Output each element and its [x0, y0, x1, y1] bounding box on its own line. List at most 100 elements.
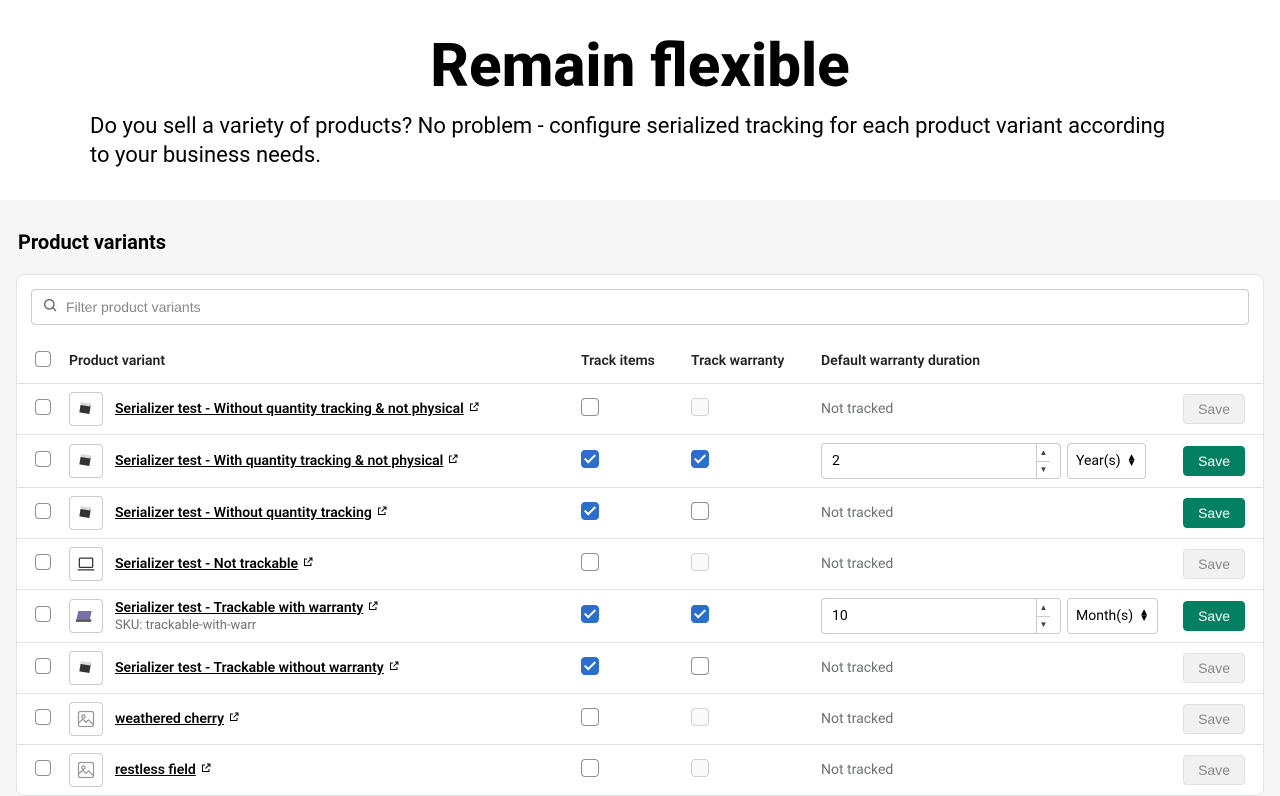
- variant-cell: Serializer test - With quantity tracking…: [69, 444, 565, 478]
- hero-section: Remain flexible Do you sell a variety of…: [0, 0, 1280, 200]
- track-items-checkbox[interactable]: [581, 708, 599, 726]
- variant-cell: weathered cherry: [69, 702, 565, 736]
- duration-number-input[interactable]: 10▲▼: [821, 598, 1061, 634]
- variant-thumbnail: [69, 651, 103, 685]
- col-header-variant: Product variant: [61, 339, 573, 384]
- table-header: Product variant Track items Track warran…: [17, 339, 1263, 384]
- hero-title: Remain flexible: [80, 30, 1200, 101]
- variant-link[interactable]: Serializer test - Trackable with warrant…: [115, 600, 363, 616]
- variant-link[interactable]: Serializer test - Trackable without warr…: [115, 660, 384, 676]
- external-link-icon: [200, 762, 212, 778]
- variant-thumbnail: [69, 444, 103, 478]
- save-button[interactable]: Save: [1183, 446, 1245, 476]
- stepper-down-icon[interactable]: ▼: [1037, 617, 1050, 634]
- variants-table: Product variant Track items Track warran…: [17, 339, 1263, 795]
- variant-cell: restless field: [69, 753, 565, 787]
- variant-thumbnail: [69, 753, 103, 787]
- variant-cell: Serializer test - Trackable without warr…: [69, 651, 565, 685]
- table-row: Serializer test - Trackable with warrant…: [17, 590, 1263, 643]
- variant-cell: Serializer test - Not trackable: [69, 547, 565, 581]
- track-items-checkbox[interactable]: [581, 553, 599, 571]
- row-select-checkbox[interactable]: [35, 658, 51, 674]
- variant-link[interactable]: restless field: [115, 762, 196, 778]
- row-select-checkbox[interactable]: [35, 606, 51, 622]
- track-warranty-checkbox[interactable]: [691, 605, 709, 623]
- variant-sku: SKU: trackable-with-warr: [115, 618, 379, 633]
- table-row: Serializer test - Without quantity track…: [17, 488, 1263, 539]
- duration-controls: 2▲▼Year(s)▲▼: [821, 443, 1165, 479]
- external-link-icon: [388, 660, 400, 676]
- not-tracked-label: Not tracked: [821, 711, 893, 727]
- section-heading: Product variants: [16, 230, 1264, 254]
- table-row: weathered cherry Not tracked Save: [17, 694, 1263, 745]
- track-warranty-checkbox[interactable]: [691, 657, 709, 675]
- external-link-icon: [228, 711, 240, 727]
- stepper-down-icon[interactable]: ▼: [1037, 462, 1050, 479]
- not-tracked-label: Not tracked: [821, 660, 893, 676]
- table-row: Serializer test - Not trackable Not track…: [17, 539, 1263, 590]
- track-warranty-checkbox[interactable]: [691, 450, 709, 468]
- variant-thumbnail: [69, 702, 103, 736]
- stepper-up-icon[interactable]: ▲: [1037, 444, 1050, 462]
- variants-panel: Product variant Track items Track warran…: [16, 274, 1264, 796]
- search-input[interactable]: [58, 299, 1238, 315]
- save-button: Save: [1183, 549, 1245, 579]
- col-header-track-warranty: Track warranty: [683, 339, 813, 384]
- hero-subtitle: Do you sell a variety of products? No pr…: [90, 113, 1190, 170]
- row-select-checkbox[interactable]: [35, 709, 51, 725]
- duration-controls: 10▲▼Month(s)▲▼: [821, 598, 1165, 634]
- col-header-duration: Default warranty duration: [813, 339, 1173, 384]
- not-tracked-label: Not tracked: [821, 762, 893, 778]
- content-section: Product variants Product variant Track i…: [0, 200, 1280, 796]
- variant-cell: Serializer test - Without quantity track…: [69, 392, 565, 426]
- duration-unit-select[interactable]: Year(s)▲▼: [1067, 443, 1146, 479]
- not-tracked-label: Not tracked: [821, 556, 893, 572]
- duration-number-input[interactable]: 2▲▼: [821, 443, 1061, 479]
- track-warranty-checkbox: [691, 759, 709, 777]
- table-row: Serializer test - With quantity tracking…: [17, 435, 1263, 488]
- track-items-checkbox[interactable]: [581, 759, 599, 777]
- save-button[interactable]: Save: [1183, 601, 1245, 631]
- search-container: [17, 275, 1263, 339]
- external-link-icon: [367, 600, 379, 616]
- row-select-checkbox[interactable]: [35, 399, 51, 415]
- stepper-up-icon[interactable]: ▲: [1037, 599, 1050, 617]
- track-items-checkbox[interactable]: [581, 398, 599, 416]
- variant-link[interactable]: Serializer test - Without quantity track…: [115, 401, 464, 417]
- variant-thumbnail: [69, 392, 103, 426]
- track-warranty-checkbox: [691, 398, 709, 416]
- external-link-icon: [376, 505, 388, 521]
- select-all-checkbox[interactable]: [35, 351, 51, 367]
- col-header-track-items: Track items: [573, 339, 683, 384]
- track-items-checkbox[interactable]: [581, 605, 599, 623]
- external-link-icon: [468, 401, 480, 417]
- variant-link[interactable]: Serializer test - Not trackable: [115, 556, 298, 572]
- table-row: Serializer test - Without quantity track…: [17, 384, 1263, 435]
- save-button[interactable]: Save: [1183, 498, 1245, 528]
- track-items-checkbox[interactable]: [581, 657, 599, 675]
- duration-unit-select[interactable]: Month(s)▲▼: [1067, 598, 1158, 634]
- variant-cell: Serializer test - Without quantity track…: [69, 496, 565, 530]
- track-warranty-checkbox[interactable]: [691, 502, 709, 520]
- variant-thumbnail: [69, 599, 103, 633]
- search-icon: [42, 297, 58, 317]
- search-field[interactable]: [31, 289, 1249, 325]
- row-select-checkbox[interactable]: [35, 503, 51, 519]
- save-button: Save: [1183, 394, 1245, 424]
- row-select-checkbox[interactable]: [35, 554, 51, 570]
- external-link-icon: [447, 453, 459, 469]
- track-warranty-checkbox: [691, 553, 709, 571]
- variant-thumbnail: [69, 547, 103, 581]
- select-arrows-icon: ▲▼: [1127, 455, 1137, 467]
- track-items-checkbox[interactable]: [581, 502, 599, 520]
- external-link-icon: [302, 556, 314, 572]
- save-button: Save: [1183, 755, 1245, 785]
- variant-link[interactable]: Serializer test - Without quantity track…: [115, 505, 372, 521]
- variant-link[interactable]: Serializer test - With quantity tracking…: [115, 453, 443, 469]
- row-select-checkbox[interactable]: [35, 451, 51, 467]
- track-items-checkbox[interactable]: [581, 450, 599, 468]
- variant-link[interactable]: weathered cherry: [115, 711, 224, 727]
- save-button: Save: [1183, 704, 1245, 734]
- row-select-checkbox[interactable]: [35, 760, 51, 776]
- track-warranty-checkbox: [691, 708, 709, 726]
